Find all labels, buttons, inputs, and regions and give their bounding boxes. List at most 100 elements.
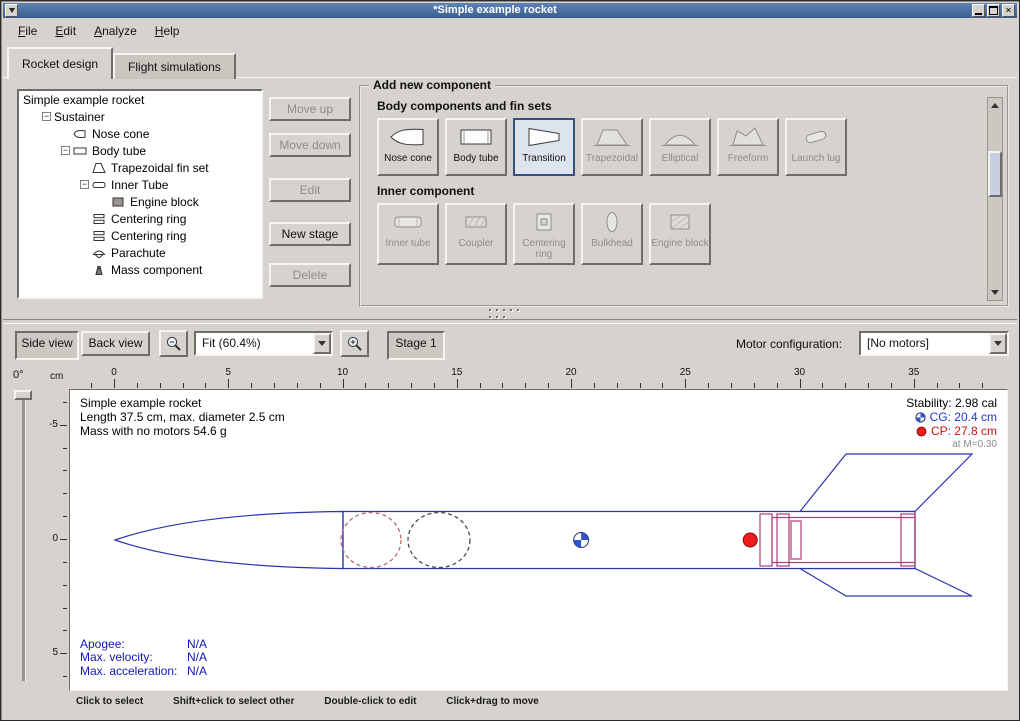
maximize-button[interactable] xyxy=(987,4,1000,17)
add-centering-ring-button[interactable]: Centering ring xyxy=(513,203,575,265)
collapse-handle-icon[interactable]: − xyxy=(42,112,51,121)
close-button[interactable]: ✕ xyxy=(1002,4,1015,17)
add-nose-cone-button[interactable]: Nose cone xyxy=(377,118,439,176)
ruler-tick xyxy=(205,383,206,388)
tab-flight-simulations[interactable]: Flight simulations xyxy=(113,53,236,79)
tree-item-sustainer[interactable]: −Sustainer xyxy=(19,108,261,125)
group-title: Add new component xyxy=(369,78,495,92)
scroll-down-button[interactable] xyxy=(988,285,1002,300)
rotation-slider-thumb[interactable] xyxy=(14,390,32,400)
tree-item-inner-tube[interactable]: − Inner Tube xyxy=(19,176,261,193)
rocket-dimensions: Length 37.5 cm, max. diameter 2.5 cm xyxy=(80,410,285,424)
ruler-tick xyxy=(274,383,275,388)
hint-click-drag: Click+drag to move xyxy=(446,696,539,707)
stage-1-toggle[interactable]: Stage 1 xyxy=(387,331,445,360)
add-freeform-button[interactable]: Freeform xyxy=(717,118,779,176)
zoom-in-icon xyxy=(346,335,363,352)
zoom-out-button[interactable] xyxy=(159,330,188,357)
add-bulkhead-button[interactable]: Bulkhead xyxy=(581,203,643,265)
new-stage-button[interactable]: New stage xyxy=(269,222,351,246)
back-view-button[interactable]: Back view xyxy=(81,331,150,356)
scroll-up-button[interactable] xyxy=(988,98,1002,113)
add-body-tube-button[interactable]: Body tube xyxy=(445,118,507,176)
zoom-in-button[interactable] xyxy=(340,330,369,357)
tree-item-label: Inner Tube xyxy=(111,178,168,192)
ruler-tick xyxy=(982,383,983,388)
tree-item-label: Centering ring xyxy=(111,229,186,243)
component-sections: Body components and fin setsNose coneBod… xyxy=(377,91,977,265)
side-view-button[interactable]: Side view xyxy=(15,331,79,360)
move-up-button[interactable]: Move up xyxy=(269,97,351,121)
freeform-icon xyxy=(728,124,768,150)
window-menu-button[interactable] xyxy=(5,4,18,17)
tree-item-trapezoidal-fin-set[interactable]: Trapezoidal fin set xyxy=(19,159,261,176)
ruler-tick xyxy=(343,379,344,388)
motor-configuration-select[interactable]: [No motors] xyxy=(859,331,1009,356)
scrollbar-thumb[interactable] xyxy=(988,151,1002,197)
add-trapezoidal-button[interactable]: Trapezoidal xyxy=(581,118,643,176)
tree-item-nose-cone[interactable]: Nose cone xyxy=(19,125,261,142)
component-label: Nose cone xyxy=(384,153,432,164)
ruler-tick xyxy=(63,470,67,471)
ruler-tick xyxy=(434,383,435,388)
tree-item-body-tube[interactable]: −Body tube xyxy=(19,142,261,159)
add-coupler-button[interactable]: Coupler xyxy=(445,203,507,265)
tree-item-parachute[interactable]: Parachute xyxy=(19,244,261,261)
add-engine-block-button[interactable]: Engine block xyxy=(649,203,711,265)
menu-edit[interactable]: Edit xyxy=(46,21,85,41)
component-tree[interactable]: Simple example rocket−SustainerNose cone… xyxy=(17,89,263,299)
component-label: Transition xyxy=(522,153,566,164)
add-launch-lug-button[interactable]: Launch lug xyxy=(785,118,847,176)
maximize-icon xyxy=(989,6,998,15)
stability-value: Stability: 2.98 cal xyxy=(906,396,997,410)
edit-button[interactable]: Edit xyxy=(269,178,351,202)
ruler-tick xyxy=(662,383,663,388)
tree-item-mass-component[interactable]: Mass component xyxy=(19,261,261,278)
rocket-canvas[interactable]: Simple example rocket Length 37.5 cm, ma… xyxy=(69,389,1008,691)
motor-configuration-arrow[interactable] xyxy=(989,333,1007,354)
trapezoidal-icon xyxy=(592,124,632,150)
launchlug-icon xyxy=(796,124,836,150)
zoom-select[interactable]: Fit (60.4%) xyxy=(194,331,333,356)
move-down-button[interactable]: Move down xyxy=(269,133,351,157)
add-elliptical-button[interactable]: Elliptical xyxy=(649,118,711,176)
ruler-number: 25 xyxy=(680,367,691,378)
tree-item-centering-ring[interactable]: Centering ring xyxy=(19,227,261,244)
max-acceleration-label: Max. acceleration: xyxy=(80,665,187,679)
tab-rocket-design[interactable]: Rocket design xyxy=(7,47,113,79)
splitter-handle[interactable] xyxy=(489,309,523,318)
tree-item-label: Trapezoidal fin set xyxy=(111,161,209,175)
application-window: *Simple example rocket ✕ FileEditAnalyze… xyxy=(0,0,1020,721)
collapse-handle-icon[interactable]: − xyxy=(61,146,70,155)
tree-item-simple-example-rocket[interactable]: Simple example rocket xyxy=(19,91,261,108)
tree-item-engine-block[interactable]: Engine block xyxy=(19,193,261,210)
title-bar[interactable]: *Simple example rocket ✕ xyxy=(3,3,1017,18)
component-scrollbar[interactable] xyxy=(987,97,1003,301)
cp-marker xyxy=(743,533,757,547)
ruler-tick xyxy=(640,383,641,388)
rocket-name: Simple example rocket xyxy=(80,396,285,410)
ruler-number: 30 xyxy=(794,367,805,378)
tree-item-centering-ring[interactable]: Centering ring xyxy=(19,210,261,227)
zoom-select-arrow[interactable] xyxy=(313,333,331,354)
tab-strip: Rocket designFlight simulations xyxy=(7,47,236,79)
delete-button[interactable]: Delete xyxy=(269,263,351,287)
ruler-number: -5 xyxy=(49,419,58,430)
component-label: Body tube xyxy=(453,153,498,164)
component-label: Trapezoidal xyxy=(586,153,638,164)
innertube-icon xyxy=(388,209,428,235)
add-inner-tube-button[interactable]: Inner tube xyxy=(377,203,439,265)
menu-help[interactable]: Help xyxy=(146,21,189,41)
component-label: Engine block xyxy=(651,238,708,249)
collapse-handle-icon[interactable]: − xyxy=(80,180,89,189)
motor-configuration-value: [No motors] xyxy=(861,333,989,354)
ruler-number: 5 xyxy=(225,367,231,378)
status-bar: Click to select Shift+click to select ot… xyxy=(76,696,1017,714)
menu-file[interactable]: File xyxy=(9,21,46,41)
add-transition-button[interactable]: Transition xyxy=(513,118,575,176)
apogee-label: Apogee: xyxy=(80,638,187,652)
menu-analyze[interactable]: Analyze xyxy=(85,21,146,41)
ruler-number: 0 xyxy=(111,367,117,378)
rotation-slider-track[interactable] xyxy=(22,391,26,681)
minimize-button[interactable] xyxy=(972,4,985,17)
